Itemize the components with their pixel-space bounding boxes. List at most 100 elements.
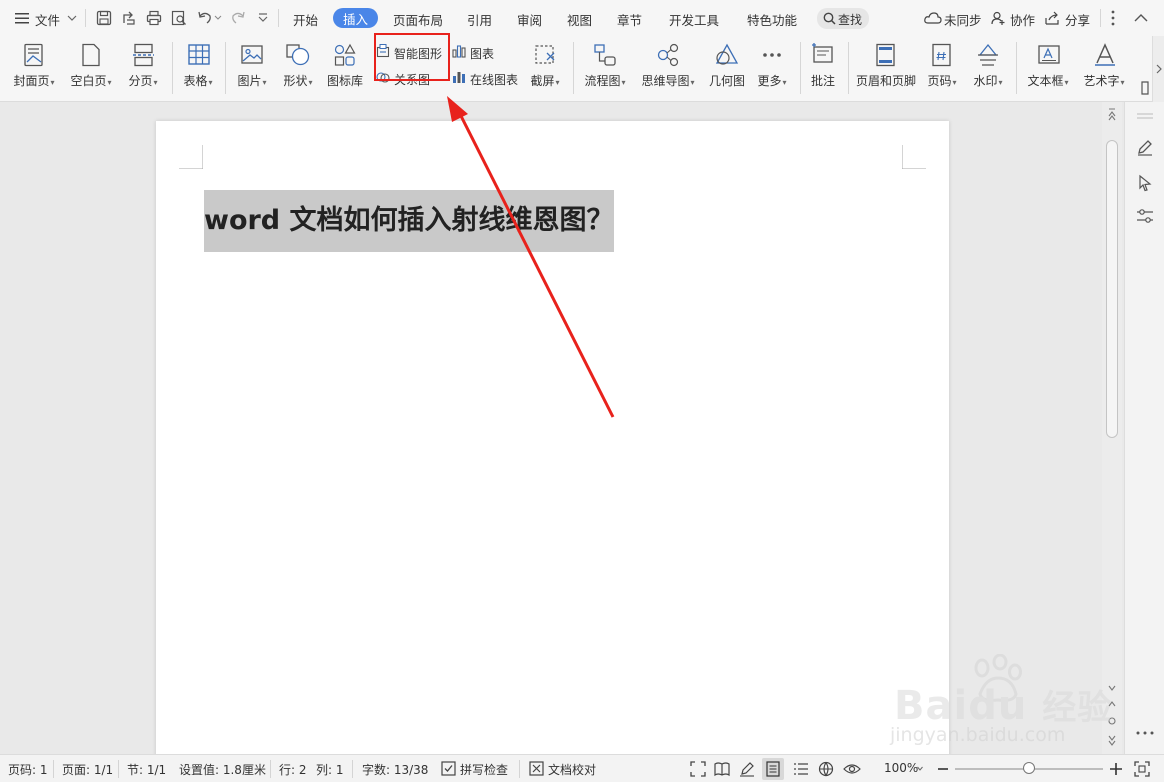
- geometry-button[interactable]: 几何图: [704, 36, 750, 102]
- write-mode-icon[interactable]: [739, 761, 755, 777]
- collaborate-button[interactable]: 协作: [1010, 10, 1035, 29]
- ribbon-toolbar: 封面页▾ 空白页▾ 分页▾ 表格▾ 图片▾ 形状▾ 图标库 智能图形 关系图 图…: [0, 36, 1164, 102]
- cloud-icon[interactable]: [924, 11, 942, 25]
- outline-view-icon[interactable]: [793, 761, 809, 777]
- save-icon[interactable]: [96, 10, 112, 26]
- table-button[interactable]: 表格▾: [177, 36, 219, 102]
- search-box[interactable]: 查找: [817, 8, 869, 29]
- chart-button[interactable]: 图表: [452, 42, 522, 62]
- watermark-button[interactable]: 水印▾: [966, 36, 1010, 102]
- scroll-up-icon[interactable]: [1107, 106, 1117, 122]
- textbox-button[interactable]: 文本框▾: [1022, 36, 1074, 102]
- page-count-status[interactable]: 页面: 1/1: [62, 761, 113, 778]
- share-button[interactable]: 分享: [1065, 10, 1090, 29]
- title-bar: 文件 开始 插入 页面布局 引用 审阅 视图 章节 开发工具 特色功能 查找 未…: [0, 0, 1164, 36]
- wordart-button[interactable]: 艺术字▾: [1078, 36, 1130, 102]
- geometry-icon: [715, 43, 739, 65]
- web-view-icon[interactable]: [818, 761, 834, 777]
- screenshot-button[interactable]: 截屏▾: [524, 36, 566, 102]
- tab-view[interactable]: 视图: [567, 10, 592, 29]
- column-status[interactable]: 列: 1: [316, 761, 344, 778]
- menu-icon[interactable]: [14, 11, 30, 25]
- print-preview-icon[interactable]: [171, 10, 187, 26]
- more-button[interactable]: 更多▾: [752, 36, 792, 102]
- collapse-ribbon-icon[interactable]: [1134, 13, 1148, 22]
- more-label: 更多▾: [757, 74, 787, 88]
- page-number-status[interactable]: 页码: 1: [8, 761, 48, 778]
- online-chart-button[interactable]: 在线图表: [452, 68, 524, 88]
- fullscreen-icon[interactable]: [690, 761, 706, 777]
- proofread-button[interactable]: 文档校对: [548, 761, 596, 778]
- ribbon-scroll[interactable]: [1152, 36, 1164, 102]
- chevron-down-icon[interactable]: [67, 15, 77, 22]
- more-vertical-icon[interactable]: [1111, 10, 1115, 26]
- shape-icon: [286, 44, 310, 66]
- select-cursor-icon[interactable]: [1137, 174, 1153, 192]
- setting-value-status[interactable]: 设置值: 1.8厘米: [179, 761, 266, 778]
- section-status[interactable]: 节: 1/1: [127, 761, 166, 778]
- spellcheck-button[interactable]: 拼写检查: [460, 761, 508, 778]
- flowchart-icon: [594, 44, 616, 66]
- collaborate-icon[interactable]: [991, 11, 1005, 25]
- more-icon: [763, 53, 781, 57]
- share-icon[interactable]: [1045, 11, 1061, 25]
- comment-icon: [812, 43, 833, 63]
- cover-page-button[interactable]: 封面页▾: [8, 36, 60, 102]
- zoom-level[interactable]: 100%: [884, 761, 918, 775]
- page-break-button[interactable]: 分页▾: [122, 36, 164, 102]
- scroll-thumb[interactable]: [1106, 140, 1118, 438]
- file-menu[interactable]: 文件: [35, 10, 60, 29]
- page-number-label: 页码▾: [927, 74, 957, 88]
- sync-status[interactable]: 未同步: [944, 10, 982, 29]
- tab-developer[interactable]: 开发工具: [669, 10, 719, 29]
- picture-button[interactable]: 图片▾: [230, 36, 274, 102]
- icon-library-button[interactable]: 图标库: [322, 36, 368, 102]
- row-status[interactable]: 行: 2: [279, 761, 307, 778]
- watermark-url: jingyan.baidu.com: [890, 724, 1066, 746]
- spellcheck-icon[interactable]: [441, 761, 456, 776]
- zoom-slider-thumb[interactable]: [1023, 762, 1035, 774]
- chevron-down-icon[interactable]: [214, 15, 222, 21]
- reading-mode-icon[interactable]: [714, 761, 730, 777]
- document-page[interactable]: word 文档如何插入射线维恩图？: [156, 121, 949, 761]
- settings-sliders-icon[interactable]: [1136, 208, 1154, 224]
- header-footer-icon: [876, 43, 895, 67]
- print-icon[interactable]: [146, 10, 162, 26]
- edit-pen-icon[interactable]: [1136, 138, 1154, 156]
- blank-page-button[interactable]: 空白页▾: [65, 36, 117, 102]
- page-view-button[interactable]: [762, 758, 784, 780]
- chart-label: 图表: [470, 47, 495, 61]
- next-icon[interactable]: [1140, 80, 1150, 96]
- panel-handle-icon[interactable]: [1135, 112, 1155, 120]
- word-count-status[interactable]: 字数: 13/38: [362, 761, 428, 778]
- tab-review[interactable]: 审阅: [517, 10, 542, 29]
- redo-icon[interactable]: [230, 10, 246, 26]
- page-number-button[interactable]: 页码▾: [922, 36, 962, 102]
- fit-window-icon[interactable]: [1134, 761, 1150, 777]
- shape-button[interactable]: 形状▾: [276, 36, 320, 102]
- eye-protection-icon[interactable]: [843, 761, 861, 777]
- header-footer-button[interactable]: 页眉和页脚: [852, 36, 920, 102]
- flowchart-button[interactable]: 流程图▾: [578, 36, 632, 102]
- tab-chapter[interactable]: 章节: [617, 10, 642, 29]
- tab-insert[interactable]: 插入: [333, 8, 379, 28]
- tab-home[interactable]: 开始: [293, 10, 318, 29]
- zoom-in-icon[interactable]: [1109, 762, 1123, 776]
- chevron-down-icon[interactable]: [917, 766, 923, 772]
- tab-references[interactable]: 引用: [467, 10, 492, 29]
- proofread-icon[interactable]: [529, 761, 544, 776]
- undo-icon[interactable]: [197, 10, 213, 26]
- mindmap-button[interactable]: 思维导图▾: [636, 36, 700, 102]
- document-heading[interactable]: word 文档如何插入射线维恩图？: [204, 190, 614, 252]
- divider: [85, 9, 86, 27]
- divider: [225, 42, 226, 94]
- shape-label: 形状▾: [283, 74, 313, 88]
- tab-features[interactable]: 特色功能: [747, 10, 797, 29]
- comment-button[interactable]: 批注: [804, 36, 842, 102]
- customize-icon[interactable]: [257, 13, 269, 23]
- divider: [118, 760, 119, 778]
- divider: [573, 42, 574, 94]
- tab-page-layout[interactable]: 页面布局: [393, 10, 443, 29]
- export-icon[interactable]: [121, 10, 137, 26]
- zoom-out-icon[interactable]: [937, 767, 949, 771]
